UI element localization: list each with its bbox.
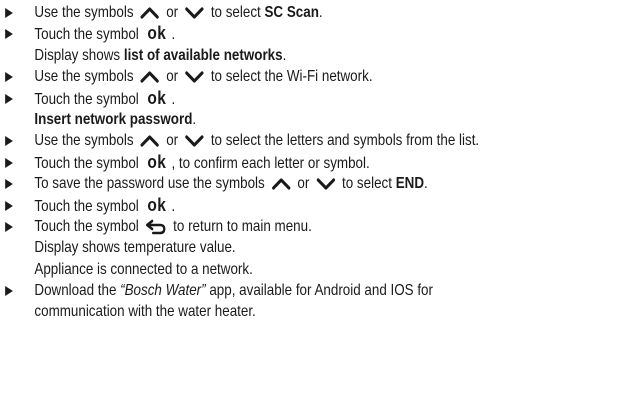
text-run: . <box>282 46 287 64</box>
bold-text: END <box>395 175 425 193</box>
instruction-document: Use the symbols or to select SC Scan. Touch… <box>0 0 619 413</box>
text-run: Use the symbols <box>34 132 134 150</box>
instruction-step: Touch the symbol ok. <box>0 88 532 109</box>
instruction-note: Appliance is connected to a network. <box>0 259 532 280</box>
bullet-triangle-icon <box>5 93 13 104</box>
instruction-step: Use the symbols or to select the Wi-Fi net… <box>0 66 532 87</box>
bullet-triangle-icon <box>5 179 13 190</box>
instruction-step: Use the symbols or to select SC Scan. <box>0 2 532 23</box>
instruction-step: Download the “Bosch Water” app, availabl… <box>0 280 532 301</box>
bullet-triangle-icon <box>5 29 13 40</box>
text-run: to select the Wi-Fi network. <box>210 68 373 86</box>
line-text: Touch the symbol to return to main menu. <box>34 216 311 237</box>
text-run: Display shows <box>34 46 124 64</box>
instruction-step: Touch the symbol ok, to confirm each lett… <box>0 152 532 173</box>
text-run: Use the symbols <box>34 68 134 86</box>
bullet-triangle-icon <box>5 72 13 83</box>
instruction-note: communication with the water heater. <box>0 301 532 322</box>
bold-text: Insert network password <box>34 110 193 128</box>
instruction-step: To save the password use the symbols or to… <box>0 173 532 194</box>
text-run: Touch the symbol <box>34 90 139 108</box>
chevron-up-icon <box>271 178 291 190</box>
text-run: app, available for Android and IOS for <box>205 282 433 300</box>
text-run: Touch the symbol <box>34 154 139 172</box>
line-text: Touch the symbol ok. <box>34 88 175 110</box>
text-run: or <box>166 132 179 150</box>
line-text: To save the password use the symbols or to… <box>34 173 427 194</box>
chevron-down-icon <box>316 178 335 190</box>
text-run: or <box>166 68 179 86</box>
italic-text: “Bosch Water” <box>120 282 206 300</box>
line-text: Display shows temperature value. <box>34 237 235 258</box>
chevron-up-icon <box>140 7 159 19</box>
line-text: Appliance is connected to a network. <box>34 259 252 280</box>
instruction-note: Display shows temperature value. <box>0 237 532 258</box>
bullet-triangle-icon <box>5 157 13 168</box>
chevron-down-icon <box>185 71 204 83</box>
text-run: . <box>171 197 176 215</box>
text-run: communication with the water heater. <box>34 303 256 321</box>
line-text: Touch the symbol ok, to confirm each lett… <box>34 152 369 174</box>
return-arrow-icon <box>146 219 167 235</box>
bullet-triangle-icon <box>5 221 13 232</box>
instruction-step: Touch the symbol ok. <box>0 23 532 44</box>
text-run: Use the symbols <box>34 4 134 21</box>
text-run: Appliance is connected to a network. <box>34 260 253 278</box>
text-run: , to confirm each letter or symbol. <box>171 154 370 172</box>
instruction-step: Touch the symbol to return to main menu. <box>0 216 532 237</box>
text-run: . <box>424 175 428 193</box>
text-run: Download the <box>34 282 121 300</box>
bullet-triangle-icon <box>5 286 13 297</box>
line-text: Touch the symbol ok. <box>34 195 175 217</box>
chevron-up-icon <box>140 71 159 83</box>
text-run: . <box>192 110 197 128</box>
line-text: Download the “Bosch Water” app, availabl… <box>34 280 433 301</box>
text-run: Touch the symbol <box>34 26 139 44</box>
text-run: . <box>171 26 176 44</box>
text-run: or <box>166 4 179 21</box>
bullet-triangle-icon <box>5 136 13 147</box>
text-run: Touch the symbol <box>34 217 139 235</box>
instruction-note: Display shows list of available networks… <box>0 45 532 66</box>
line-text: Use the symbols or to select the Wi-Fi net… <box>34 66 372 87</box>
ok-symbol: ok <box>147 23 167 44</box>
chevron-down-icon <box>185 7 204 19</box>
chevron-up-icon <box>140 135 159 147</box>
ok-symbol: ok <box>147 87 167 108</box>
bold-text: list of available networks <box>123 46 283 64</box>
instruction-step: Touch the symbol ok. <box>0 195 532 216</box>
text-run: or <box>297 175 310 193</box>
chevron-down-icon <box>185 135 204 147</box>
line-text: Display shows list of available networks… <box>34 45 286 66</box>
ok-symbol: ok <box>147 151 167 172</box>
text-run: To save the password use the symbols <box>34 175 265 193</box>
text-run: Touch the symbol <box>34 197 139 215</box>
instruction-step: Use the symbols or to select the letters a… <box>0 130 532 151</box>
text-run: to select <box>210 4 265 21</box>
bullet-triangle-icon <box>5 8 13 18</box>
line-text: communication with the water heater. <box>34 301 255 322</box>
text-run: to select the letters and symbols from t… <box>210 132 480 150</box>
line-text: Touch the symbol ok. <box>34 23 175 45</box>
ok-symbol: ok <box>147 194 167 215</box>
line-text: Insert network password. <box>34 109 196 130</box>
line-text: Use the symbols or to select the letters a… <box>34 130 479 151</box>
instruction-note: Insert network password. <box>0 109 532 130</box>
text-run: to return to main menu. <box>173 217 312 235</box>
line-text: Use the symbols or to select SC Scan. <box>34 2 322 23</box>
bullet-triangle-icon <box>5 200 13 211</box>
text-run: . <box>318 4 323 21</box>
text-run: Display shows temperature value. <box>34 239 236 257</box>
bold-text: SC Scan <box>264 4 319 21</box>
text-run: . <box>171 90 176 108</box>
text-run: to select <box>342 175 396 193</box>
